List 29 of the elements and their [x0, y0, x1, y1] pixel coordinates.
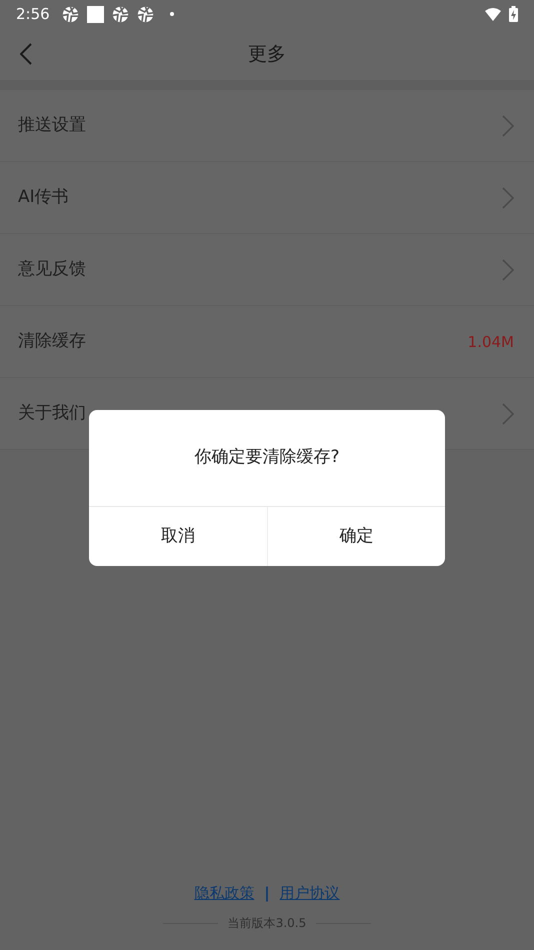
square-icon [86, 6, 104, 22]
chevron-right-icon [502, 258, 514, 280]
wifi-icon [485, 8, 501, 20]
menu-item[interactable]: 意见反馈 [0, 234, 534, 306]
battery-icon [509, 6, 518, 22]
status-time: 2:56 [16, 4, 50, 25]
privacy-link[interactable]: 隐私政策 [194, 882, 254, 904]
cache-size: 1.04M [468, 332, 514, 350]
chevron-right-icon [502, 114, 514, 136]
menu-item[interactable]: 推送设置 [0, 90, 534, 162]
menu-label: 清除缓存 [18, 330, 86, 353]
agreement-link[interactable]: 用户协议 [280, 882, 340, 904]
chevron-right-icon [502, 186, 514, 208]
menu-label: 意见反馈 [18, 258, 86, 281]
shutter-icon [136, 6, 154, 22]
chevron-left-icon [20, 43, 32, 65]
dialog-button[interactable]: 确定 [266, 507, 445, 566]
menu-label: AI传书 [18, 186, 69, 209]
menu-label: 关于我们 [18, 402, 86, 425]
menu-item[interactable]: 清除缓存 1.04M [0, 306, 534, 378]
shutter-icon [112, 6, 129, 22]
dialog-message: 你确定要清除缓存? [194, 446, 340, 470]
menu-label: 推送设置 [18, 114, 86, 137]
dialog-button[interactable]: 取消 [89, 507, 266, 566]
shutter-icon [62, 6, 79, 22]
link-separator: | [264, 882, 270, 904]
menu-item[interactable]: AI传书 [0, 162, 534, 234]
chevron-right-icon [502, 402, 514, 424]
page-title: 更多 [248, 42, 286, 67]
